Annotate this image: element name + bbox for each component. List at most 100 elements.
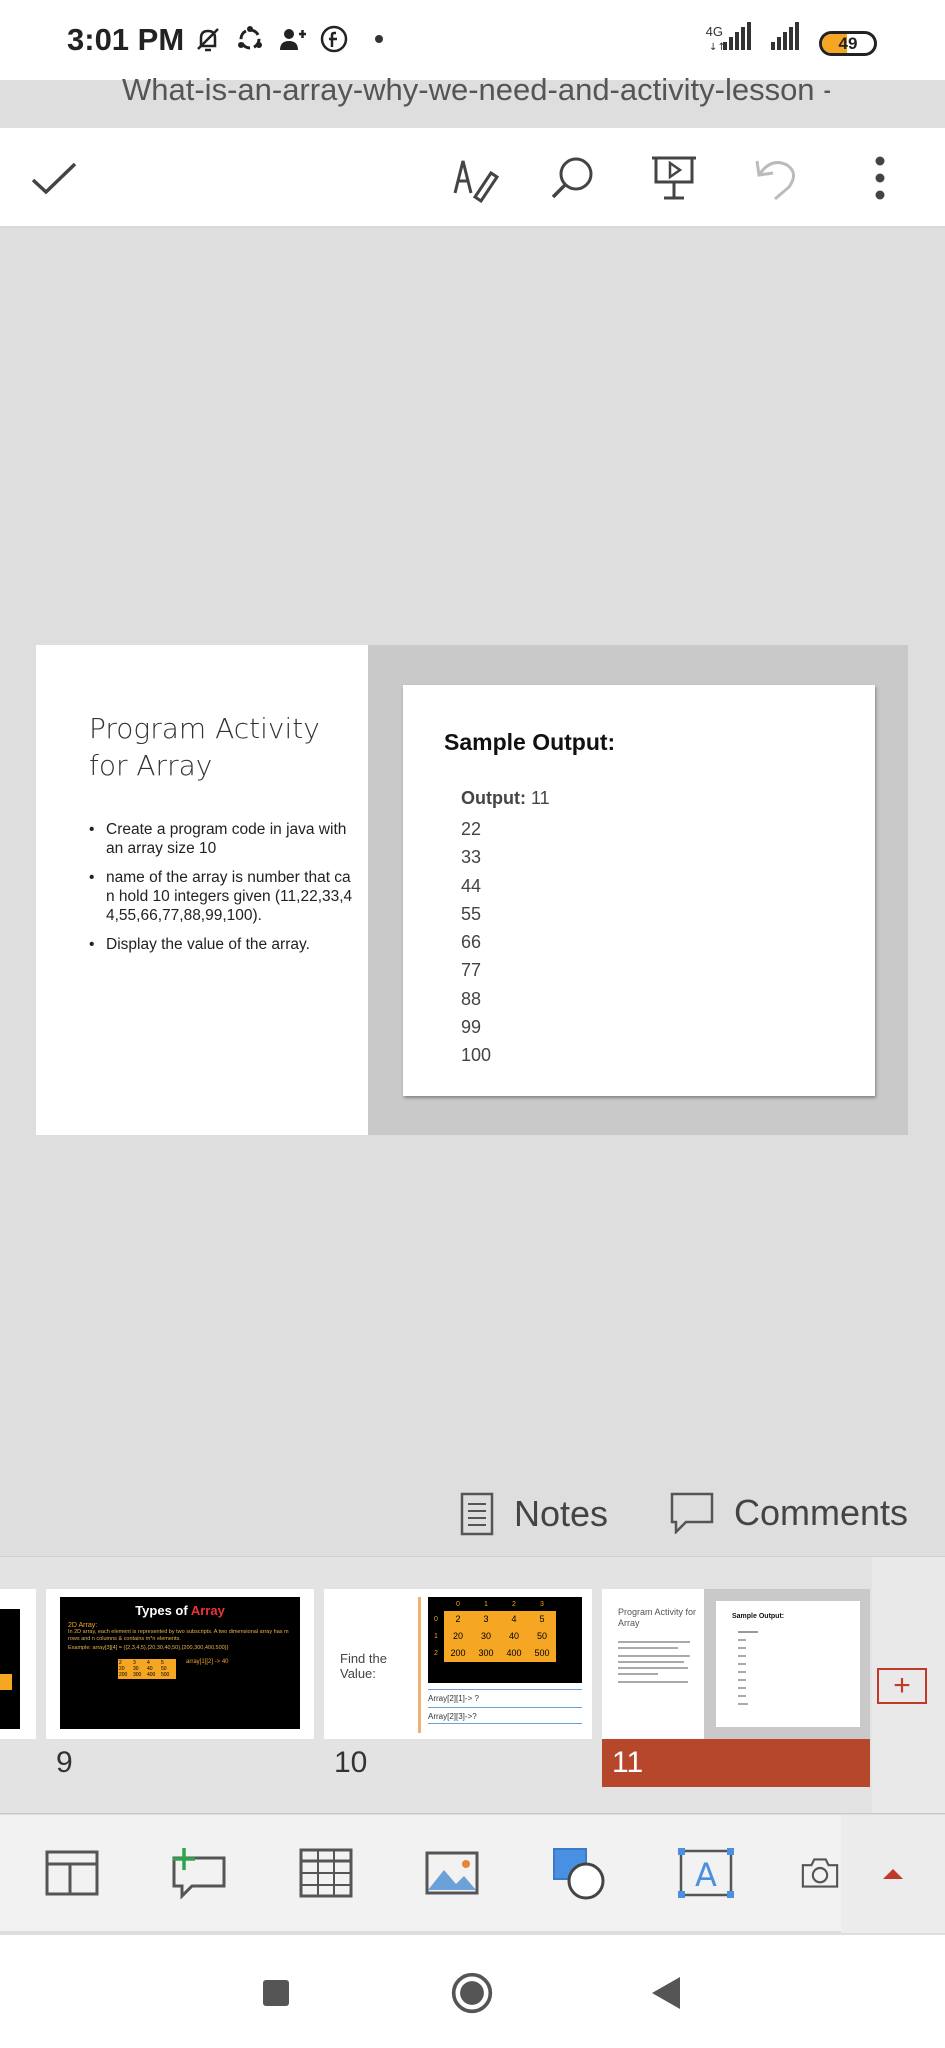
pen-icon bbox=[453, 160, 499, 203]
thumb9-grid-row: 2345 20 30 40 50 200 300 400 500 array[1][2] -… bbox=[118, 1659, 292, 1679]
thumb11-bullet-line bbox=[618, 1667, 688, 1669]
comment-icon bbox=[670, 1492, 714, 1534]
thumb11-value-line bbox=[738, 1647, 746, 1649]
thumb10-q2: Array[2][3]->? bbox=[428, 1707, 582, 1724]
comments-label: Comments bbox=[734, 1492, 909, 1533]
thumb11-value-line bbox=[738, 1655, 746, 1657]
slide-bullet: Create a program code in java with an ar… bbox=[89, 820, 354, 858]
output-value: 88 bbox=[461, 988, 482, 1009]
thumb10-grid-cells: 2 3 4 5 20 30 40 50 200 300 400 500 bbox=[444, 1611, 556, 1662]
grid-cell: 200 bbox=[450, 1648, 466, 1658]
output-value: 66 bbox=[461, 932, 482, 953]
draw-button[interactable] bbox=[442, 146, 506, 210]
thumb11-bullet-line bbox=[618, 1641, 690, 1643]
undo-button[interactable] bbox=[744, 146, 808, 210]
collapse-up-icon bbox=[883, 1869, 903, 1879]
top-toolbar bbox=[0, 128, 945, 228]
thumb11-bullet-line bbox=[618, 1681, 688, 1683]
present-button[interactable] bbox=[642, 146, 706, 210]
collapse-toolbar-button[interactable] bbox=[841, 1815, 945, 1933]
checkmark-icon bbox=[31, 162, 77, 195]
home-circle-icon bbox=[451, 1972, 493, 2014]
grid-cell: 2 bbox=[455, 1614, 461, 1624]
thumb11-value-line bbox=[738, 1679, 746, 1681]
slide-thumbnail-11[interactable]: Program Activity for Array Sample Output… bbox=[602, 1589, 870, 1739]
thumb11-value-line bbox=[738, 1687, 746, 1689]
thumb9-grid-cells: 2345 20 30 40 50 200 300 400 500 bbox=[119, 1660, 175, 1678]
thumb11-bullet-line bbox=[618, 1673, 658, 1675]
grid-cell: 400 bbox=[506, 1648, 522, 1658]
output-values-list: 22 33 44 55 66 77 88 99 100 bbox=[461, 815, 491, 1070]
facebook-icon bbox=[320, 25, 348, 53]
new-comment-button[interactable] bbox=[168, 1845, 228, 1901]
grid-cell: 200 bbox=[119, 1672, 128, 1678]
output-label: Output: bbox=[461, 788, 526, 808]
battery-indicator: 49 bbox=[819, 31, 877, 56]
done-button[interactable] bbox=[22, 146, 86, 210]
present-icon bbox=[652, 156, 696, 200]
more-icon bbox=[875, 156, 885, 200]
document-title[interactable]: What-is-an-array-why-we-need-and-activit… bbox=[122, 72, 830, 108]
thumb11-value-line bbox=[738, 1671, 746, 1673]
insert-picture-button[interactable] bbox=[422, 1845, 482, 1901]
col-header: 3 bbox=[540, 1601, 544, 1608]
thumb11-bullet-line bbox=[618, 1647, 678, 1649]
col-header: 1 bbox=[484, 1601, 488, 1608]
notes-icon bbox=[460, 1492, 494, 1536]
signal-strength-icon: ↓↑ bbox=[709, 22, 751, 52]
slide-canvas[interactable]: Program Activity for Array Create a prog… bbox=[36, 645, 908, 1135]
slide-title[interactable]: Program Activity for Array bbox=[89, 710, 359, 784]
partial-thumb-orange bbox=[0, 1674, 12, 1690]
notes-comments-bar: Notes Comments bbox=[0, 1480, 945, 1550]
insert-textbox-button[interactable]: A bbox=[676, 1845, 736, 1901]
recents-button[interactable] bbox=[254, 1971, 298, 2015]
thumb11-left: Program Activity for Array bbox=[602, 1589, 704, 1739]
slide-thumbnail-10[interactable]: Find the Value: 0 1 2 3 0 1 2 2 3 4 5 20 30 40 50 2… bbox=[324, 1589, 592, 1739]
insert-camera-button[interactable] bbox=[800, 1845, 840, 1901]
layout-button[interactable] bbox=[42, 1845, 102, 1901]
add-user-icon bbox=[280, 29, 306, 50]
slide-thumbnail-partial[interactable] bbox=[0, 1589, 36, 1739]
slide-number-9[interactable]: 9 bbox=[46, 1739, 314, 1787]
insert-toolbar: A bbox=[0, 1815, 945, 1933]
more-options-button[interactable] bbox=[848, 146, 912, 210]
layout-icon bbox=[45, 1850, 99, 1896]
row-header: 2 bbox=[434, 1650, 438, 1657]
thumb9-title: Types of Array bbox=[68, 1603, 292, 1618]
slide-thumbnail-strip[interactable]: Types of Array 2D Array: In 2D array, ea… bbox=[0, 1556, 945, 1814]
thumb11-value-line bbox=[738, 1703, 748, 1705]
thumb11-bullets bbox=[618, 1641, 698, 1683]
search-button[interactable] bbox=[540, 146, 604, 210]
insert-table-button[interactable] bbox=[296, 1845, 356, 1901]
grid-cell: 300 bbox=[133, 1672, 142, 1678]
home-button[interactable] bbox=[450, 1971, 494, 2015]
slide-number-10[interactable]: 10 bbox=[324, 1739, 592, 1787]
notes-label: Notes bbox=[514, 1493, 609, 1534]
slide-thumbnail-9[interactable]: Types of Array 2D Array: In 2D array, ea… bbox=[46, 1589, 314, 1739]
grid-cell: 500 bbox=[534, 1648, 550, 1658]
thumb9-line: In 2D array, each element is represented… bbox=[68, 1629, 289, 1642]
slide-text-panel: Program Activity for Array Create a prog… bbox=[36, 645, 368, 1135]
status-time: 3:01 PM bbox=[67, 22, 185, 57]
insert-shapes-button[interactable] bbox=[550, 1845, 610, 1901]
thumb11-bullet-line bbox=[618, 1655, 690, 1657]
new-comment-icon bbox=[172, 1848, 226, 1900]
thumb11-bullet-line bbox=[618, 1661, 684, 1663]
add-slide-button[interactable]: + bbox=[877, 1668, 927, 1704]
camera-icon bbox=[801, 1858, 839, 1888]
thumb10-row-headers: 0 1 2 bbox=[434, 1611, 444, 1662]
undo-icon bbox=[755, 160, 795, 201]
notes-button[interactable]: Notes bbox=[460, 1492, 608, 1536]
slide-number-11[interactable]: 11 bbox=[602, 1739, 870, 1787]
back-button[interactable] bbox=[644, 1971, 688, 2015]
recents-square-icon bbox=[263, 1980, 289, 2006]
output-value: 44 bbox=[461, 875, 482, 896]
partial-thumb-dark bbox=[0, 1609, 20, 1729]
battery-percent: 49 bbox=[838, 34, 858, 53]
slide-bullet-list[interactable]: Create a program code in java with an ar… bbox=[89, 820, 354, 964]
status-bar: 3:01 PM 4G ↓↑ 49 bbox=[0, 0, 945, 80]
comments-button[interactable]: Comments bbox=[670, 1492, 908, 1534]
thumb9-grid: 2345 20 30 40 50 200 300 400 500 bbox=[118, 1659, 176, 1679]
sample-output-card[interactable]: Sample Output: Output: 11 22 33 44 55 66… bbox=[403, 685, 875, 1096]
output-value: 99 bbox=[461, 1017, 482, 1038]
